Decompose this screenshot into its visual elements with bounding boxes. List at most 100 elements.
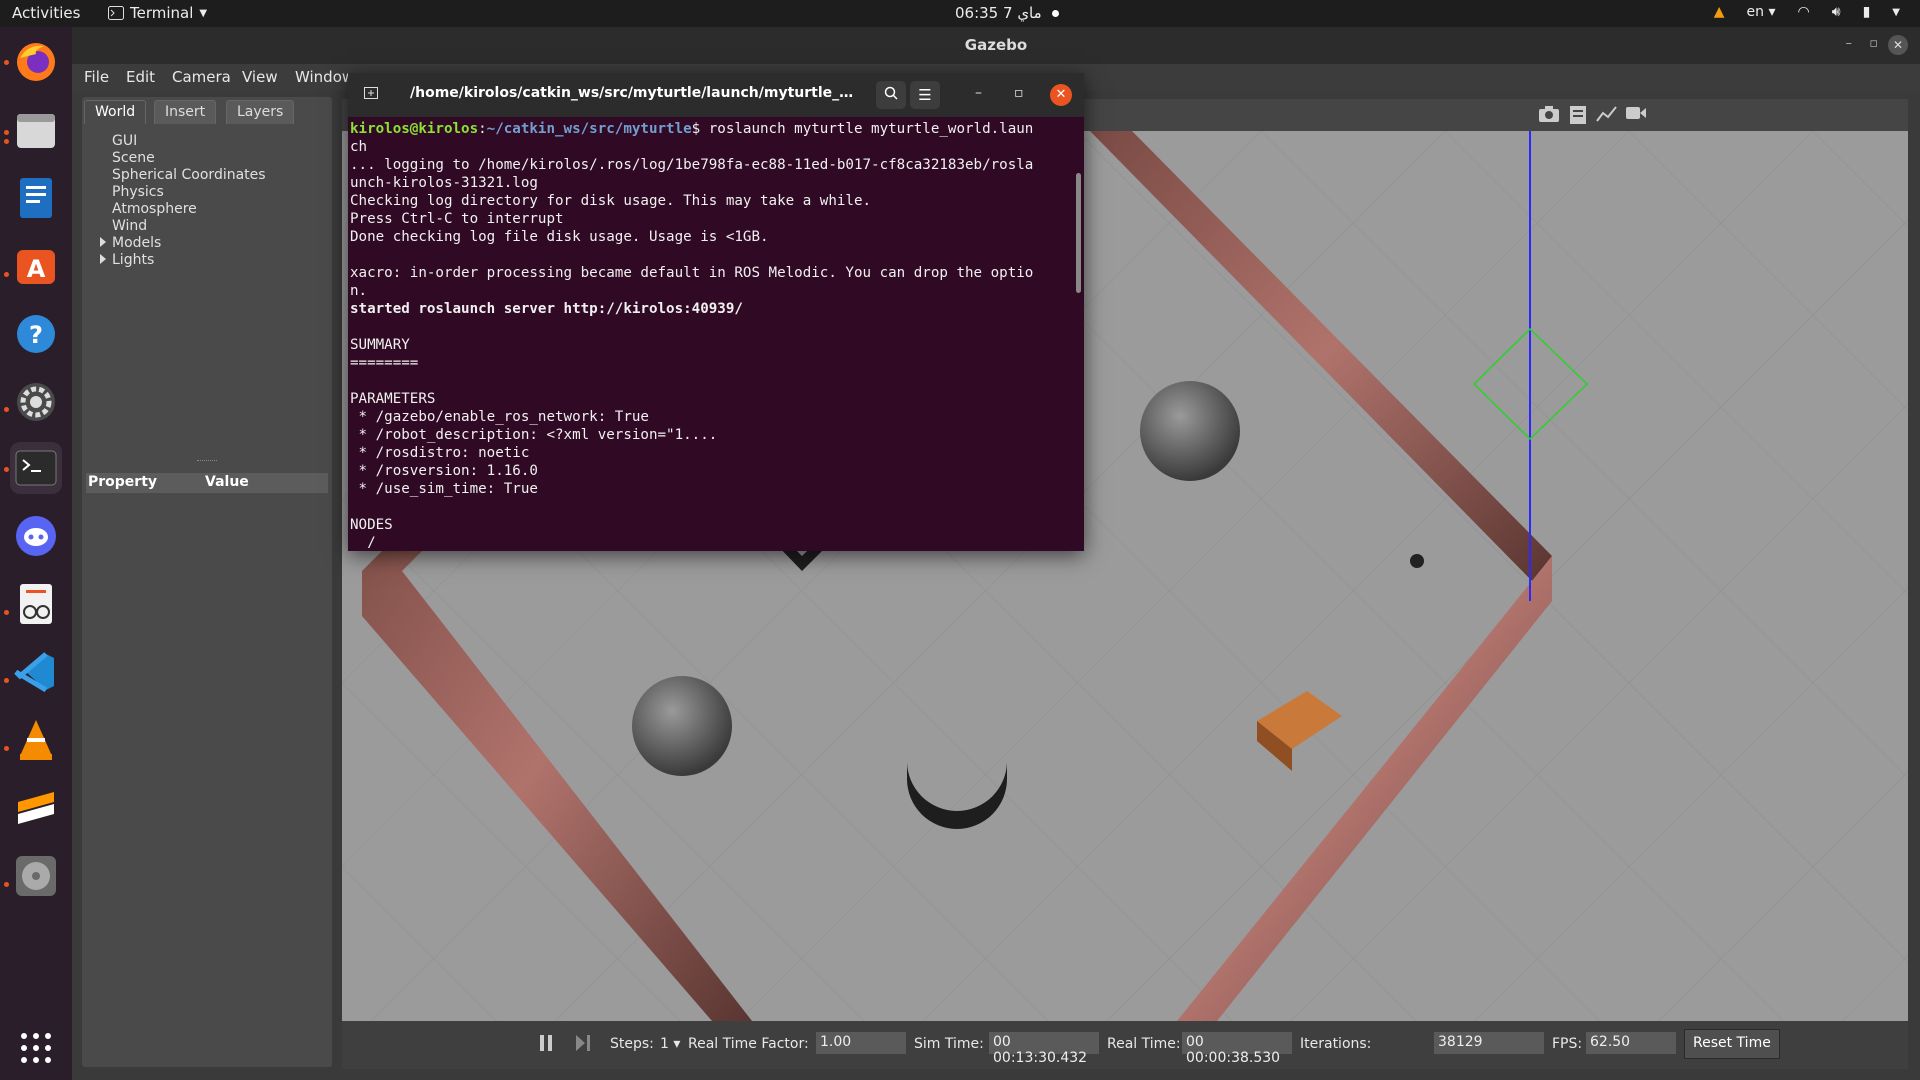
minimize-icon[interactable]: – xyxy=(975,85,982,101)
output-line: * /robot_description: <?xml version="1..… xyxy=(350,427,718,443)
firefox-icon[interactable] xyxy=(10,36,62,88)
fps-label: FPS: xyxy=(1552,1036,1583,1052)
tab-insert[interactable]: Insert xyxy=(154,100,217,124)
sublime-icon[interactable] xyxy=(10,782,62,834)
battery-icon: ▮ xyxy=(1862,4,1871,20)
top-bar: Activities Terminal ▼ 06:35 7 ماي ▲ en ▾… xyxy=(0,0,1920,27)
vlc-tray-icon[interactable]: ▲ xyxy=(1714,4,1725,20)
running-indicator xyxy=(4,139,9,144)
menu-edit[interactable]: Edit xyxy=(126,68,155,86)
output-line: SUMMARY xyxy=(350,337,410,353)
terminal-small-icon xyxy=(108,6,124,20)
running-indicator xyxy=(4,130,9,135)
turtlebot xyxy=(1410,554,1424,568)
output-line: unch-kirolos-31321.log xyxy=(350,175,538,191)
writer-icon[interactable] xyxy=(10,172,62,224)
rtf-value: 1.00 xyxy=(816,1032,906,1054)
gazebo-titlebar[interactable]: Gazebo – ▫ ✕ xyxy=(72,27,1920,64)
output-line: Checking log directory for disk usage. T… xyxy=(350,193,872,209)
output-line: NODES xyxy=(350,517,393,533)
notification-dot-icon xyxy=(1051,9,1059,17)
steps-label: Steps: xyxy=(610,1036,654,1052)
new-tab-button[interactable] xyxy=(356,81,386,109)
screenshot-camera-icon[interactable] xyxy=(1538,105,1560,128)
running-indicator xyxy=(4,746,9,751)
panel-splitter[interactable] xyxy=(197,460,217,462)
activities-button[interactable]: Activities xyxy=(12,4,80,22)
tree-item-lights[interactable]: Lights xyxy=(100,252,154,268)
pause-icon[interactable] xyxy=(539,1034,553,1056)
tab-layers[interactable]: Layers xyxy=(226,100,295,124)
reset-time-button[interactable]: Reset Time xyxy=(1684,1029,1780,1059)
running-indicator xyxy=(4,467,9,472)
bottom-toolbar: Steps: 1 ▾ Real Time Factor: 1.00 Sim Ti… xyxy=(342,1021,1908,1069)
tree-item-models[interactable]: Models xyxy=(100,235,161,251)
tree-item-physics[interactable]: Physics xyxy=(112,184,164,200)
close-icon[interactable]: ✕ xyxy=(1050,84,1072,106)
vscode-icon[interactable] xyxy=(10,646,62,698)
disc-icon[interactable] xyxy=(10,850,62,902)
terminal-window[interactable]: /home/kirolos/catkin_ws/src/myturtle/lau… xyxy=(348,73,1084,551)
log-data-icon[interactable] xyxy=(1569,105,1587,130)
terminal-output[interactable]: kirolos@kirolos:~/catkin_ws/src/myturtle… xyxy=(350,120,1070,548)
step-icon[interactable] xyxy=(575,1034,591,1056)
output-line: * /rosversion: 1.16.0 xyxy=(350,463,538,479)
language-indicator[interactable]: en ▾ xyxy=(1747,4,1776,20)
running-indicator xyxy=(4,407,9,412)
tree-item-gui[interactable]: GUI xyxy=(112,133,137,149)
tree-item-scene[interactable]: Scene xyxy=(112,150,155,166)
document-viewer-icon[interactable] xyxy=(10,578,62,630)
sphere-2 xyxy=(632,676,732,776)
vlc-icon[interactable] xyxy=(10,714,62,766)
language-label: en xyxy=(1746,4,1765,20)
close-button[interactable]: ✕ xyxy=(1888,35,1908,55)
terminal-title: /home/kirolos/catkin_ws/src/myturtle/lau… xyxy=(410,85,860,101)
menu-file[interactable]: File xyxy=(84,68,109,86)
clock[interactable]: 06:35 7 ماي xyxy=(955,4,1059,22)
expand-arrow-icon[interactable] xyxy=(100,254,106,264)
video-record-icon[interactable] xyxy=(1625,105,1647,126)
server-line: started roslaunch server http://kirolos:… xyxy=(350,301,743,317)
minimize-button[interactable]: – xyxy=(1846,36,1853,51)
terminal-icon[interactable] xyxy=(10,442,62,494)
value-column-header: Value xyxy=(205,474,249,490)
running-indicator xyxy=(4,610,9,615)
terminal-headerbar[interactable]: /home/kirolos/catkin_ws/src/myturtle/lau… xyxy=(348,73,1084,117)
search-button[interactable] xyxy=(876,81,906,109)
chevron-down-icon: ▼ xyxy=(199,7,208,19)
settings-icon[interactable] xyxy=(10,376,62,428)
svg-text:?: ? xyxy=(29,321,43,349)
search-icon xyxy=(884,86,898,100)
sim-time-label: Sim Time: xyxy=(914,1036,984,1052)
expand-arrow-icon[interactable] xyxy=(100,237,106,247)
apps-grid-icon[interactable] xyxy=(10,1022,62,1074)
steps-value: 1 xyxy=(660,1036,669,1052)
real-time-value: 00 00:00:38.530 xyxy=(1182,1032,1292,1066)
menu-camera[interactable]: Camera xyxy=(172,68,231,86)
panel-tabs: World Insert Layers xyxy=(82,97,332,125)
tree-item-atmosphere[interactable]: Atmosphere xyxy=(112,201,197,217)
sphere-1 xyxy=(1140,381,1240,481)
discord-icon[interactable] xyxy=(10,510,62,562)
hamburger-menu-button[interactable]: ☰ xyxy=(910,81,940,109)
real-time-label: Real Time: xyxy=(1107,1036,1181,1052)
app-menu[interactable]: Terminal ▼ xyxy=(108,4,207,22)
tab-world[interactable]: World xyxy=(84,100,147,124)
maximize-icon[interactable]: ▫ xyxy=(1014,85,1024,101)
maximize-button[interactable]: ▫ xyxy=(1869,36,1878,51)
system-tray[interactable]: ▲ en ▾ ◠ 🔊︎ ▮ ▼ xyxy=(1714,4,1900,20)
steps-spinbox[interactable]: 1 ▾ xyxy=(660,1036,680,1052)
files-icon[interactable] xyxy=(10,104,62,156)
tree-item-spherical-coordinates[interactable]: Spherical Coordinates xyxy=(112,167,266,183)
terminal-scrollbar[interactable] xyxy=(1076,173,1081,293)
new-tab-icon xyxy=(364,87,378,99)
menu-window[interactable]: Window xyxy=(295,68,354,86)
output-line: ... logging to /home/kirolos/.ros/log/1b… xyxy=(350,157,1034,173)
system-menu-chevron-icon: ▼ xyxy=(1892,6,1900,18)
menu-view[interactable]: View xyxy=(242,68,278,86)
help-icon[interactable]: ? xyxy=(10,308,62,360)
command-text: $ roslaunch myturtle myturtle_world.laun xyxy=(691,121,1034,137)
plot-icon[interactable] xyxy=(1596,105,1618,128)
software-icon[interactable]: A xyxy=(10,240,62,292)
tree-item-wind[interactable]: Wind xyxy=(112,218,147,234)
